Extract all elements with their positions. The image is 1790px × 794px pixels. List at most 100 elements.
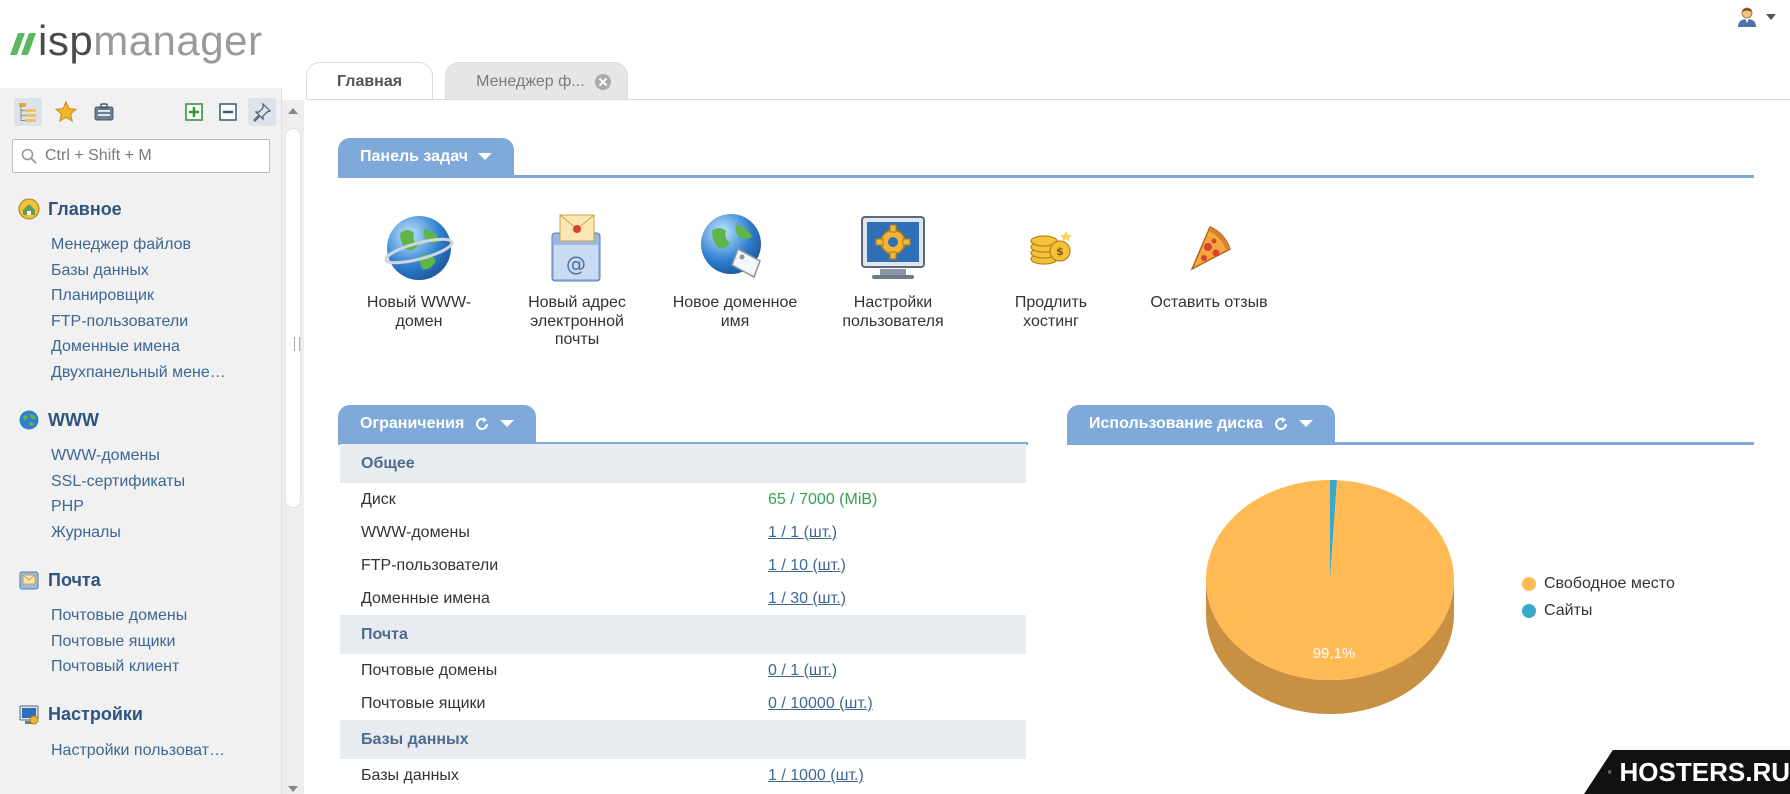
chevron-down-icon[interactable]	[500, 420, 515, 427]
expand-all-button[interactable]	[180, 98, 208, 126]
pin-icon	[253, 102, 272, 122]
task-new-email-address[interactable]: @ Новый адрес электронной почты	[498, 208, 656, 350]
limit-name: WWW-домены	[361, 523, 470, 541]
sidebar-group-label: Почта	[48, 569, 101, 590]
refresh-icon[interactable]	[474, 416, 490, 432]
legend-swatch	[1522, 603, 1536, 618]
limit-name: Почтовые домены	[361, 661, 498, 679]
sidebar-item[interactable]: PHP	[18, 494, 268, 520]
limit-value-link[interactable]: 1 / 30 (шт.)	[768, 590, 846, 608]
chevron-down-icon	[478, 153, 492, 160]
limits-section-header: Почта	[340, 615, 1026, 654]
table-row: Базы данных 1 / 1000 (шт.)	[340, 759, 1026, 792]
sidebar-item[interactable]: Доменные имена	[18, 334, 268, 360]
limits-panel-header[interactable]: Ограничения	[338, 405, 537, 442]
sidebar-item[interactable]: SSL-сертификаты	[18, 469, 268, 495]
table-row: FTP-пользователи 1 / 10 (шт.)	[340, 549, 1026, 582]
home-icon	[18, 198, 40, 220]
logo-isp: isp	[38, 17, 94, 64]
scroll-down-icon[interactable]	[288, 786, 298, 792]
disk-panel-header[interactable]: Использование диска	[1067, 405, 1335, 442]
sidebar: Главное Менеджер файловБазы данныхПланиро…	[0, 88, 282, 794]
sidebar-search-input[interactable]	[43, 146, 263, 166]
sidebar-group-title[interactable]: Настройки	[18, 702, 268, 728]
limit-value-link[interactable]: 0 / 1 (шт.)	[768, 662, 837, 680]
limits-table: Общее Диск 65 / 7000 (MiB) WWW-домены 1 …	[340, 444, 1026, 792]
task-panel-header[interactable]: Панель задач	[338, 138, 514, 175]
sidebar-group-title[interactable]: Главное	[18, 196, 268, 222]
collapse-all-button[interactable]	[214, 98, 242, 126]
mail-icon	[18, 569, 40, 591]
table-row: WWW-домены 1 / 1 (шт.)	[340, 516, 1026, 549]
tree-view-button[interactable]	[14, 98, 42, 126]
task-label: Оставить отзыв	[1150, 294, 1268, 311]
close-icon[interactable]	[594, 73, 611, 90]
pizza-icon	[1190, 226, 1231, 271]
sidebar-scrollbar[interactable]	[282, 100, 304, 794]
sidebar-item[interactable]: Менеджер файлов	[18, 232, 268, 258]
sidebar-item[interactable]: Почтовый клиент	[18, 654, 268, 680]
disk-panel-title: Использование диска	[1089, 414, 1263, 432]
legend-item[interactable]: Свободное место	[1522, 570, 1675, 597]
sidebar-item[interactable]: FTP-пользователи	[18, 309, 268, 335]
limit-name: Диск	[361, 490, 396, 508]
disk-usage-pie-chart: 99,1%	[1206, 480, 1454, 714]
legend-item[interactable]: Сайты	[1522, 597, 1675, 624]
task-renew-hosting[interactable]: $ Продлить хостинг	[972, 208, 1130, 350]
tree-view-icon	[19, 103, 36, 122]
tab-bar-divider	[306, 99, 1790, 100]
sidebar-group-title[interactable]: WWW	[18, 407, 268, 433]
logo: ispmanager	[9, 18, 262, 64]
scroll-up-icon[interactable]	[288, 108, 298, 114]
sidebar-group: Настройки Настройки пользоват…	[18, 702, 268, 764]
favorites-button[interactable]	[52, 98, 80, 126]
task-new-www-domain[interactable]: Новый WWW-домен	[340, 208, 498, 350]
limit-name: Доменные имена	[361, 589, 490, 607]
sidebar-group-title[interactable]: Почта	[18, 567, 268, 593]
limit-value-link[interactable]: 0 / 10000 (шт.)	[768, 695, 873, 713]
task-panel-divider	[338, 175, 1754, 178]
chevron-down-icon	[1766, 14, 1776, 20]
chevron-down-icon[interactable]	[1298, 420, 1313, 427]
limit-value-link[interactable]: 1 / 1000 (шт.)	[768, 767, 864, 785]
sidebar-item[interactable]: Журналы	[18, 520, 268, 546]
sidebar-item[interactable]: Планировщик	[18, 283, 268, 309]
logo-mark	[9, 33, 37, 55]
briefcase-button[interactable]	[90, 98, 118, 126]
task-label: Новый адрес электронной почты	[528, 294, 626, 348]
task-user-settings[interactable]: Настройки пользователя	[814, 208, 972, 350]
sidebar-item[interactable]: WWW-домены	[18, 443, 268, 469]
sidebar-item[interactable]: Двухпанельный мене…	[18, 360, 268, 386]
task-leave-feedback[interactable]: Оставить отзыв	[1130, 208, 1288, 350]
tab-file-manager[interactable]: Менеджер ф...	[445, 62, 628, 100]
tab-main[interactable]: Главная	[306, 62, 434, 100]
sidebar-toolbar	[14, 98, 118, 126]
watermark: HOSTERS.RU	[1584, 750, 1790, 794]
sidebar-item[interactable]: Почтовые домены	[18, 603, 268, 629]
scrollbar-thumb[interactable]	[285, 128, 301, 508]
limit-value-link[interactable]: 1 / 10 (шт.)	[768, 557, 846, 575]
task-list: Новый WWW-домен @ Новый адрес электронно…	[340, 208, 1288, 350]
expand-all-icon	[185, 103, 203, 121]
table-row: Почтовые ящики 0 / 10000 (шт.)	[340, 687, 1026, 720]
svg-text:$: $	[1056, 245, 1064, 258]
task-label: Новое доменное имя	[672, 294, 798, 330]
task-new-domain-name[interactable]: Новое доменное имя	[656, 208, 814, 350]
limit-name: FTP-пользователи	[361, 556, 499, 574]
user-menu[interactable]	[1736, 6, 1776, 28]
globe-icon	[18, 409, 40, 431]
disk-panel-divider	[1067, 442, 1754, 445]
refresh-icon[interactable]	[1273, 416, 1289, 432]
sidebar-item[interactable]: Настройки пользоват…	[18, 738, 268, 764]
tab-bar: Главная Менеджер ф...	[306, 62, 628, 100]
user-icon	[1738, 7, 1756, 27]
sidebar-item[interactable]: Базы данных	[18, 258, 268, 284]
favorites-star-icon	[54, 100, 78, 123]
sidebar-group-label: Настройки	[48, 704, 143, 724]
limits-section-header: Базы данных	[340, 720, 1026, 759]
limit-value-link[interactable]: 1 / 1 (шт.)	[768, 524, 837, 542]
sidebar-item[interactable]: Почтовые ящики	[18, 629, 268, 655]
logo-text: ispmanager	[38, 20, 262, 62]
pin-button[interactable]	[248, 98, 276, 126]
table-row: Доменные имена 1 / 30 (шт.)	[340, 582, 1026, 615]
